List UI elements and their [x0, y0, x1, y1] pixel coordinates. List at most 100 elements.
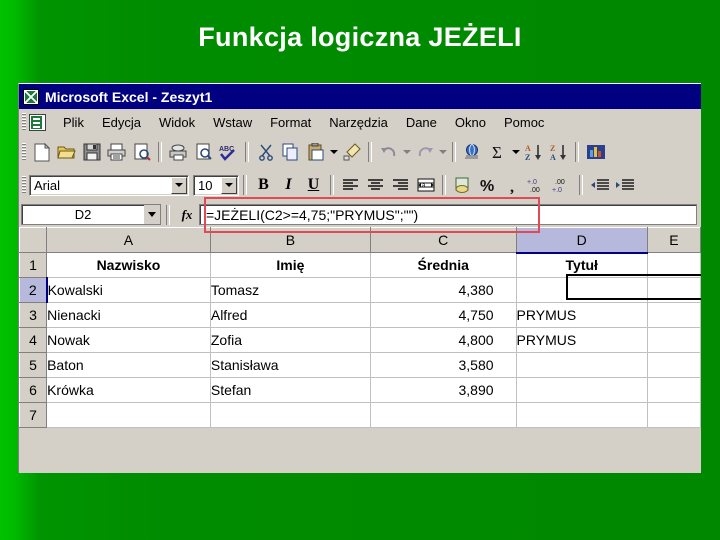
percent-icon[interactable]: %	[475, 173, 500, 197]
cell-c2[interactable]: 4,380	[370, 277, 517, 303]
column-header-e[interactable]: E	[646, 227, 701, 253]
undo-arrow-icon[interactable]	[376, 140, 401, 164]
cell-e7[interactable]	[647, 402, 701, 428]
redo-history-chevron-down-icon[interactable]	[437, 140, 448, 164]
cell-b5[interactable]: Stanisława	[210, 352, 371, 378]
cell-c4[interactable]: 4,800	[370, 327, 517, 353]
cell-b1[interactable]: Imię	[210, 252, 371, 278]
paste-icon[interactable]	[303, 140, 328, 164]
formatting-toolbar-grip[interactable]	[22, 176, 26, 194]
comma-style-icon[interactable]: ,	[500, 173, 525, 197]
cell-d4[interactable]: PRYMUS	[516, 327, 648, 353]
autosum-sigma-icon[interactable]: Σ	[485, 140, 510, 164]
menu-item-dane[interactable]: Dane	[397, 113, 446, 132]
cell-c6[interactable]: 3,890	[370, 377, 517, 403]
decrease-decimal-icon[interactable]: .00 +.0	[550, 173, 575, 197]
name-box[interactable]: D2	[21, 204, 161, 225]
cell-e1[interactable]	[647, 252, 701, 278]
autosum-chevron-down-icon[interactable]	[510, 140, 521, 164]
cell-d5[interactable]	[516, 352, 648, 378]
menu-item-widok[interactable]: Widok	[150, 113, 204, 132]
cell-c3[interactable]: 4,750	[370, 302, 517, 328]
font-size-chevron-down-icon[interactable]	[221, 176, 237, 194]
spelling-abc-check-icon[interactable]: ABC	[216, 140, 241, 164]
cell-a5[interactable]: Baton	[46, 352, 211, 378]
row-header-5[interactable]: 5	[19, 352, 48, 378]
cell-d1[interactable]: Tytuł	[516, 252, 648, 278]
row-header-2[interactable]: 2	[19, 277, 48, 303]
name-box-chevron-down-icon[interactable]	[144, 205, 160, 224]
row-header-4[interactable]: 4	[19, 327, 48, 353]
cell-c7[interactable]	[370, 402, 517, 428]
chart-wizard-icon[interactable]	[583, 140, 608, 164]
row-header-3[interactable]: 3	[19, 302, 48, 328]
cell-d2[interactable]	[516, 277, 648, 303]
cell-b4[interactable]: Zofia	[210, 327, 371, 353]
align-center-icon[interactable]	[363, 173, 388, 197]
currency-icon[interactable]	[450, 173, 475, 197]
menu-item-pomoc[interactable]: Pomoc	[495, 113, 553, 132]
bold-button[interactable]: B	[251, 173, 276, 197]
font-size-combobox[interactable]: 10	[193, 174, 239, 196]
cell-c5[interactable]: 3,580	[370, 352, 517, 378]
cell-e2[interactable]	[647, 277, 701, 303]
menubar-grip[interactable]	[22, 113, 26, 131]
column-header-b[interactable]: B	[209, 227, 371, 253]
cell-a6[interactable]: Krówka	[46, 377, 211, 403]
column-header-c[interactable]: C	[369, 227, 517, 253]
column-header-d[interactable]: D	[515, 227, 648, 254]
paste-options-chevron-down-icon[interactable]	[328, 140, 339, 164]
merge-and-center-icon[interactable]: a	[413, 173, 438, 197]
cell-e3[interactable]	[647, 302, 701, 328]
cell-e4[interactable]	[647, 327, 701, 353]
row-header-6[interactable]: 6	[19, 377, 48, 403]
decrease-indent-icon[interactable]	[587, 173, 612, 197]
sort-descending-icon[interactable]: ZA	[546, 140, 571, 164]
menu-item-plik[interactable]: Plik	[54, 113, 93, 132]
font-name-combobox[interactable]: Arial	[29, 174, 189, 196]
font-name-chevron-down-icon[interactable]	[171, 176, 187, 194]
cell-e6[interactable]	[647, 377, 701, 403]
cell-b6[interactable]: Stefan	[210, 377, 371, 403]
cell-b7[interactable]	[210, 402, 371, 428]
cell-d7[interactable]	[516, 402, 648, 428]
align-left-icon[interactable]	[338, 173, 363, 197]
page-preview-magnifier-icon[interactable]	[191, 140, 216, 164]
open-folder-icon[interactable]	[54, 140, 79, 164]
undo-history-chevron-down-icon[interactable]	[401, 140, 412, 164]
cell-a1[interactable]: Nazwisko	[46, 252, 211, 278]
print-icon[interactable]	[104, 140, 129, 164]
copy-icon[interactable]	[278, 140, 303, 164]
select-all-corner[interactable]	[19, 227, 48, 253]
cell-d3[interactable]: PRYMUS	[516, 302, 648, 328]
save-disk-icon[interactable]	[79, 140, 104, 164]
menu-item-format[interactable]: Format	[261, 113, 320, 132]
cell-a4[interactable]: Nowak	[46, 327, 211, 353]
cell-b3[interactable]: Alfred	[210, 302, 371, 328]
hyperlink-globe-icon[interactable]	[460, 140, 485, 164]
row-header-7[interactable]: 7	[19, 402, 48, 428]
redo-arrow-icon[interactable]	[412, 140, 437, 164]
column-header-a[interactable]: A	[46, 227, 211, 253]
new-document-icon[interactable]	[29, 140, 54, 164]
print-preview-icon[interactable]	[129, 140, 154, 164]
cell-a7[interactable]	[46, 402, 211, 428]
cell-e5[interactable]	[647, 352, 701, 378]
standard-toolbar-grip[interactable]	[22, 143, 26, 161]
insert-function-fx-icon[interactable]: fx	[175, 207, 199, 223]
align-right-icon[interactable]	[388, 173, 413, 197]
menu-item-wstaw[interactable]: Wstaw	[204, 113, 261, 132]
increase-indent-icon[interactable]	[612, 173, 637, 197]
cut-scissors-icon[interactable]	[253, 140, 278, 164]
cell-d6[interactable]	[516, 377, 648, 403]
printer-icon[interactable]	[166, 140, 191, 164]
formula-input[interactable]: =JEŻELI(C2>=4,75;"PRYMUS";"")	[199, 204, 697, 225]
increase-decimal-icon[interactable]: +.0.00	[525, 173, 550, 197]
row-header-1[interactable]: 1	[19, 252, 48, 278]
italic-button[interactable]: I	[276, 173, 301, 197]
format-painter-icon[interactable]	[339, 140, 364, 164]
menu-item-edycja[interactable]: Edycja	[93, 113, 150, 132]
cell-c1[interactable]: Średnia	[370, 252, 517, 278]
cell-b2[interactable]: Tomasz	[210, 277, 371, 303]
cell-a2[interactable]: Kowalski	[46, 277, 211, 303]
